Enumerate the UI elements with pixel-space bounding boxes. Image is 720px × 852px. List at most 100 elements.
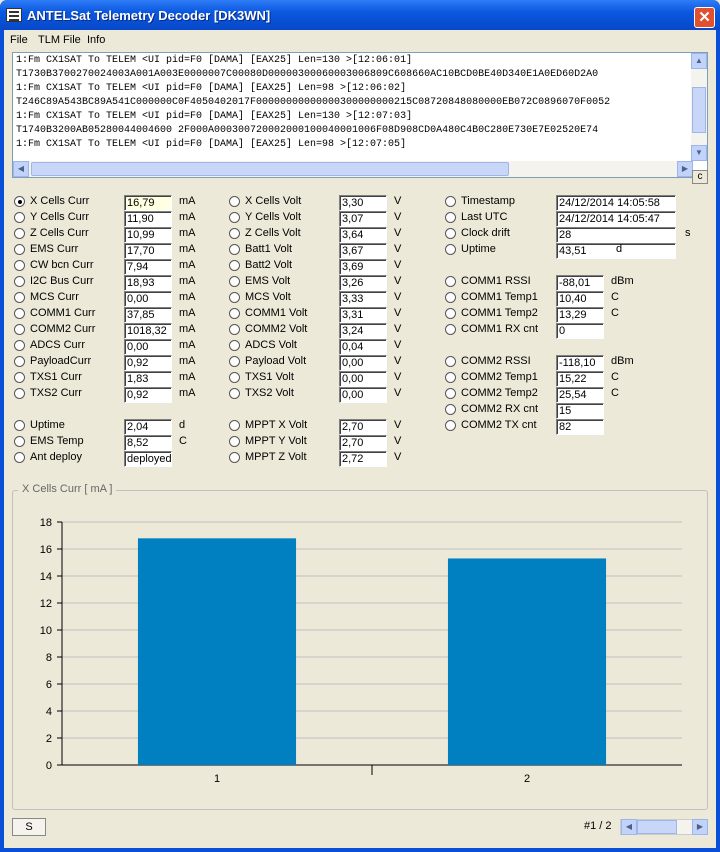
radio-payloadcurr[interactable]	[14, 356, 25, 367]
radio-comm1-temp2[interactable]	[445, 308, 456, 319]
label-adcs-volt: ADCS Volt	[245, 339, 297, 351]
field-col1-ems-curr: EMS Curr 17,70 mA	[14, 243, 224, 259]
radio-z-cells-curr[interactable]	[14, 228, 25, 239]
radio-uptime[interactable]	[445, 244, 456, 255]
clear-button[interactable]: c	[692, 170, 708, 184]
menu-file[interactable]: File	[10, 34, 28, 46]
radio-comm2-temp2[interactable]	[445, 388, 456, 399]
log-line: T1740B3200AB05280044004600 2F000A0003007…	[16, 125, 599, 136]
radio-ant-deploy[interactable]	[14, 452, 25, 463]
radio-mcs-volt[interactable]	[229, 292, 240, 303]
page-prev-icon[interactable]: ◀	[621, 819, 637, 835]
value-timestamp: 24/12/2014 14:05:58	[556, 195, 676, 211]
unit-mppt-y-volt: V	[394, 435, 402, 447]
radio-comm1-rssi[interactable]	[445, 276, 456, 287]
label-last-utc: Last UTC	[461, 211, 508, 223]
radio-mppt-z-volt[interactable]	[229, 452, 240, 463]
radio-comm2-tx-cnt[interactable]	[445, 420, 456, 431]
field-col3b-comm1-rx-cnt: COMM1 RX cnt 0	[445, 323, 655, 339]
radio-comm1-volt[interactable]	[229, 308, 240, 319]
menu-info[interactable]: Info	[87, 34, 105, 46]
y-tick-label: 2	[46, 733, 52, 745]
label-mppt-y-volt: MPPT Y Volt	[245, 435, 307, 447]
radio-ems-curr[interactable]	[14, 244, 25, 255]
unit-comm1-temp1: C	[611, 291, 619, 303]
radio-timestamp[interactable]	[445, 196, 456, 207]
label-x-cells-curr: X Cells Curr	[30, 195, 90, 207]
radio-cw-bcn-curr[interactable]	[14, 260, 25, 271]
label-uptime: Uptime	[461, 243, 496, 255]
value-payload-volt: 0,00	[339, 355, 387, 371]
scroll-right-icon[interactable]: ▶	[677, 161, 693, 177]
radio-last-utc[interactable]	[445, 212, 456, 223]
radio-comm2-temp1[interactable]	[445, 372, 456, 383]
radio-comm1-rx-cnt[interactable]	[445, 324, 456, 335]
field-col2b-mppt-z-volt: MPPT Z Volt 2,72 V	[229, 451, 439, 467]
value-z-cells-curr: 10,99	[124, 227, 172, 243]
page-scroll-thumb[interactable]	[637, 820, 677, 834]
page-next-icon[interactable]: ▶	[692, 819, 708, 835]
radio-comm2-curr[interactable]	[14, 324, 25, 335]
radio-comm2-rssi[interactable]	[445, 356, 456, 367]
scroll-down-icon[interactable]: ▼	[691, 145, 707, 161]
radio-x-cells-volt[interactable]	[229, 196, 240, 207]
radio-mcs-curr[interactable]	[14, 292, 25, 303]
radio-comm1-temp1[interactable]	[445, 292, 456, 303]
radio-comm2-volt[interactable]	[229, 324, 240, 335]
radio-txs1-curr[interactable]	[14, 372, 25, 383]
radio-comm2-rx-cnt[interactable]	[445, 404, 456, 415]
radio-i2c-bus-curr[interactable]	[14, 276, 25, 287]
radio-clock-drift[interactable]	[445, 228, 456, 239]
log-vertical-scrollbar[interactable]: ▲ ▼	[691, 53, 707, 161]
radio-txs2-volt[interactable]	[229, 388, 240, 399]
radio-ems-volt[interactable]	[229, 276, 240, 287]
field-col2-z-cells-volt: Z Cells Volt 3,64 V	[229, 227, 439, 243]
label-txs2-curr: TXS2 Curr	[30, 387, 82, 399]
radio-adcs-volt[interactable]	[229, 340, 240, 351]
page-scrollbar[interactable]: ◀ ▶	[620, 819, 708, 835]
value-comm1-curr: 37,85	[124, 307, 172, 323]
unit-cw-bcn-curr: mA	[179, 259, 196, 271]
field-col2-comm1-volt: COMM1 Volt 3,31 V	[229, 307, 439, 323]
radio-z-cells-volt[interactable]	[229, 228, 240, 239]
radio-batt2-volt[interactable]	[229, 260, 240, 271]
unit-uptime: d	[616, 243, 623, 255]
label-mcs-volt: MCS Volt	[245, 291, 291, 303]
radio-uptime[interactable]	[14, 420, 25, 431]
x-tick-label: 1	[214, 773, 220, 785]
scroll-left-icon[interactable]: ◀	[13, 161, 29, 177]
unit-batt2-volt: V	[394, 259, 402, 271]
radio-mppt-x-volt[interactable]	[229, 420, 240, 431]
radio-payload-volt[interactable]	[229, 356, 240, 367]
radio-comm1-curr[interactable]	[14, 308, 25, 319]
log-vertical-thumb[interactable]	[692, 87, 706, 133]
radio-adcs-curr[interactable]	[14, 340, 25, 351]
packet-log[interactable]: 1:Fm CX1SAT To TELEM <UI pid=F0 [DAMA] […	[12, 52, 708, 178]
menu-tlm-file[interactable]: TLM File	[38, 34, 81, 46]
radio-txs2-curr[interactable]	[14, 388, 25, 399]
bar-1	[137, 538, 297, 765]
title-bar[interactable]: ANTELSat Telemetry Decoder [DK3WN] ✕	[0, 0, 720, 30]
scroll-up-icon[interactable]: ▲	[691, 53, 707, 69]
field-col2-y-cells-volt: Y Cells Volt 3,07 V	[229, 211, 439, 227]
log-horizontal-scrollbar[interactable]: ◀ ▶	[13, 161, 693, 177]
radio-y-cells-curr[interactable]	[14, 212, 25, 223]
close-button[interactable]: ✕	[694, 7, 715, 28]
radio-batt1-volt[interactable]	[229, 244, 240, 255]
value-x-cells-volt: 3,30	[339, 195, 387, 211]
radio-mppt-y-volt[interactable]	[229, 436, 240, 447]
unit-payloadcurr: mA	[179, 355, 196, 367]
label-comm1-temp2: COMM1 Temp2	[461, 307, 538, 319]
radio-y-cells-volt[interactable]	[229, 212, 240, 223]
unit-ems-curr: mA	[179, 243, 196, 255]
field-col1-z-cells-curr: Z Cells Curr 10,99 mA	[14, 227, 224, 243]
radio-ems-temp[interactable]	[14, 436, 25, 447]
field-col2-ems-volt: EMS Volt 3,26 V	[229, 275, 439, 291]
radio-x-cells-curr[interactable]	[14, 196, 25, 207]
radio-txs1-volt[interactable]	[229, 372, 240, 383]
s-button[interactable]: S	[12, 818, 46, 836]
label-uptime: Uptime	[30, 419, 65, 431]
unit-z-cells-curr: mA	[179, 227, 196, 239]
field-col2-batt1-volt: Batt1 Volt 3,67 V	[229, 243, 439, 259]
log-horizontal-thumb[interactable]	[31, 162, 509, 176]
